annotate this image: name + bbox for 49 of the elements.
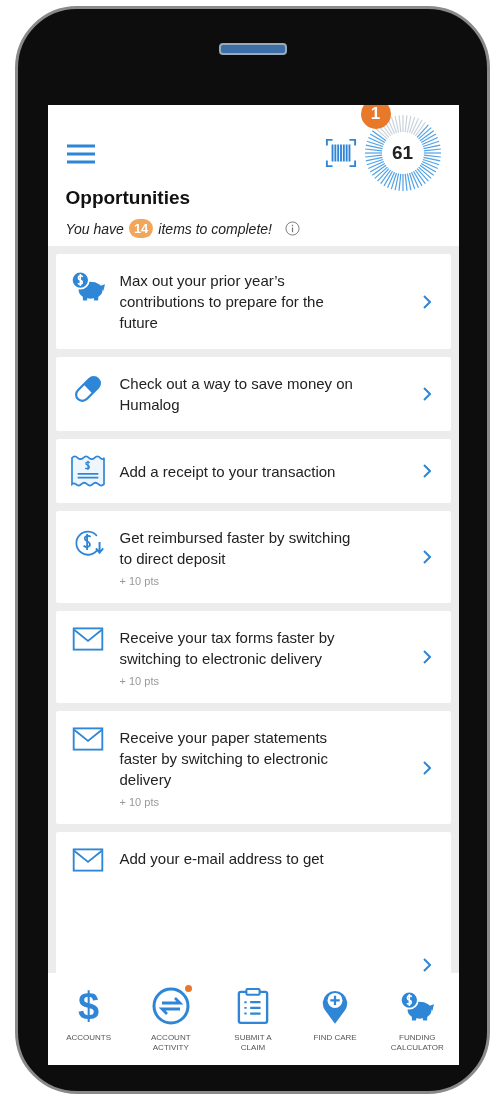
piggy-bank-icon [69,270,106,302]
speaker-slot [219,43,287,55]
opportunity-card[interactable]: Receive your paper statements faster by switching to electronic delivery + 10 pts [55,711,451,824]
opportunity-text: Max out your prior year’s contributions to prepare for the future [119,271,325,333]
nav-tab[interactable]: ACCOUNT ACTIVITY [131,985,210,1053]
points-text: + 10 pts [119,575,160,587]
opportunity-card[interactable]: Get reimbursed faster by switching to direct deposit + 10 pts [55,511,451,603]
nav-tab[interactable]: $ ACCOUNTS [49,985,128,1043]
chevron-icon [422,550,431,564]
opportunity-card[interactable]: Max out your prior year’s contributions to prepare for the future [55,254,451,349]
piggy-bank-icon [400,990,435,1022]
nav-tab[interactable]: FIND CARE [296,985,375,1043]
nav-label: FIND CARE [313,1033,357,1043]
receipt-icon [69,455,106,487]
dollar-icon: $ [78,986,100,1026]
page-title: Opportunities [65,187,192,209]
points-text: + 10 pts [119,675,160,687]
chevron-icon [422,464,431,478]
menu-icon[interactable] [65,143,96,165]
circle-arrows-icon [150,986,191,1026]
notification-badge: 1 [360,105,391,129]
nav-label: SUBMIT A CLAIM [233,1033,273,1053]
opportunity-text: Receive your tax forms faster by switching to electronic delivery [119,628,336,669]
chevron-icon [422,294,431,309]
subtitle-text: items to complete! [158,220,272,237]
opportunity-card[interactable]: Receive your tax forms faster by switching to electronic delivery + 10 pts [55,611,451,703]
opportunity-text: Check out a way to save money on Humalog [119,374,354,415]
barcode-scan-icon[interactable] [324,137,357,169]
chevron-icon [422,387,431,401]
opportunity-text: Add your e-mail address to get [119,849,325,869]
nav-label: FUNDING CALCULATOR [389,1033,445,1053]
opportunity-card[interactable]: Add your e-mail address to get [55,832,451,973]
info-icon[interactable] [284,221,300,236]
chevron-icon [422,650,431,664]
chevron-icon [422,760,431,775]
opportunity-card[interactable]: Add a receipt to your transaction [55,439,451,503]
opportunity-text: Receive your paper statements faster by switching to electronic delivery [119,728,329,790]
clipboard-icon [236,987,269,1025]
nav-tab[interactable]: FUNDING CALCULATOR [378,985,457,1053]
chevron-icon [422,958,431,972]
nav-label: ACCOUNTS [66,1033,112,1043]
subtitle-text: You have [65,220,124,237]
count-badge: 14 [128,219,154,238]
nav-tab[interactable]: SUBMIT A CLAIM [213,985,292,1053]
opportunity-text: Add a receipt to your transaction [119,461,337,482]
points-text: + 10 pts [119,796,160,808]
opportunity-text: Get reimbursed faster by switching to direct deposit [119,528,352,569]
opportunity-card[interactable]: Check out a way to save money on Humalog [55,357,451,431]
nav-label: ACCOUNT ACTIVITY [150,1033,192,1053]
